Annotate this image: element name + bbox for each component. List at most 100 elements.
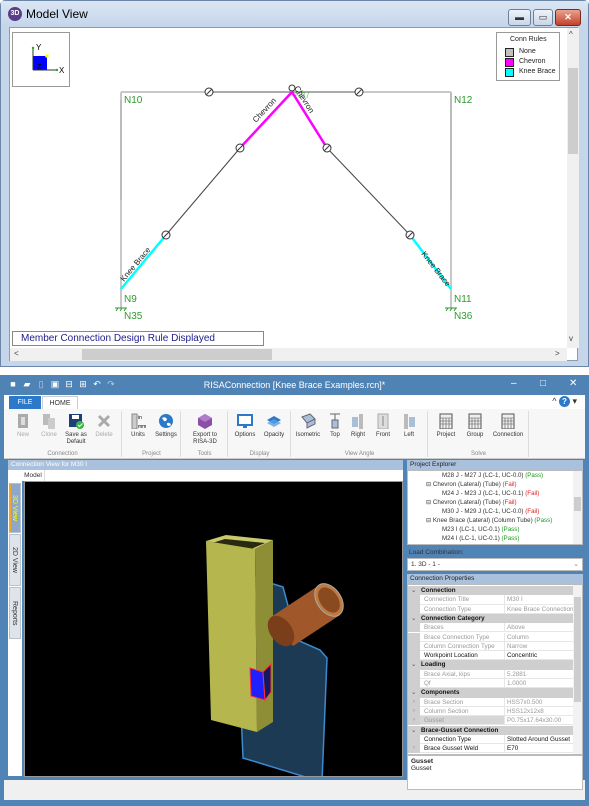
- expand-icon[interactable]: ›: [408, 706, 420, 717]
- property-value[interactable]: Concentric: [505, 651, 574, 661]
- tab-reports[interactable]: Reports: [9, 587, 21, 639]
- solve-project-button[interactable]: Project: [433, 411, 459, 439]
- save-as-default-button[interactable]: Save as Default: [62, 411, 90, 446]
- isometric-button[interactable]: Isometric: [294, 411, 322, 439]
- property-value[interactable]: HSS7x0.500: [505, 697, 574, 707]
- minimize-button[interactable]: ▬: [508, 9, 531, 26]
- expand-icon[interactable]: ›: [408, 716, 420, 726]
- front-view-button[interactable]: Front: [372, 411, 394, 439]
- property-value[interactable]: 5.2881: [505, 669, 574, 679]
- tree-item[interactable]: M24 J - M23 J (LC-1, UC-0.1) (Fail): [442, 490, 539, 497]
- top-view-button[interactable]: Top: [326, 411, 344, 439]
- 3d-viewport[interactable]: [24, 481, 403, 783]
- close-button[interactable]: ✕: [555, 9, 581, 26]
- property-row[interactable]: Qf 1.0000: [408, 679, 574, 689]
- property-value[interactable]: E70: [505, 744, 574, 754]
- tab-3d-view[interactable]: 3D View: [9, 483, 21, 533]
- left-view-button[interactable]: Left: [398, 411, 420, 439]
- property-row[interactable]: › Brace Section HSS7x0.500: [408, 697, 574, 707]
- front-view-icon: [377, 413, 389, 429]
- connection-3d-model[interactable]: [25, 482, 402, 783]
- property-value[interactable]: Above: [505, 623, 574, 633]
- model-drawing[interactable]: N10 N37 N12 N9 N35 N11 N36 Chevron Chevr…: [10, 28, 567, 348]
- property-category[interactable]: ⌄ Connection Category: [408, 613, 574, 624]
- help-icon[interactable]: ?: [558, 396, 570, 407]
- property-row[interactable]: › Gusset P0.75x17.64x30.00: [408, 716, 574, 726]
- scroll-right-icon[interactable]: >: [555, 349, 560, 358]
- tree-item[interactable]: ⊟ Knee Brace (Lateral) (Column Tube) (Pa…: [426, 517, 552, 524]
- vertical-scrollbar[interactable]: ^ v: [567, 28, 579, 348]
- tree-scroll-thumb[interactable]: [574, 497, 581, 511]
- property-row[interactable]: Brace Connection Type Column: [408, 632, 574, 642]
- property-category[interactable]: ⌄ Brace-Gusset Connection: [408, 725, 574, 735]
- minimize-button[interactable]: –: [511, 378, 517, 389]
- maximize-button[interactable]: ▭: [533, 9, 553, 26]
- horizontal-scroll-thumb[interactable]: [82, 349, 272, 360]
- opacity-button[interactable]: Opacity: [261, 411, 287, 439]
- settings-button[interactable]: Settings: [153, 411, 179, 439]
- property-category[interactable]: ⌄ Connection: [408, 586, 574, 596]
- property-row[interactable]: Workpoint Location Concentric: [408, 651, 574, 661]
- tree-scrollbar[interactable]: [573, 471, 582, 544]
- chevron-down-icon[interactable]: ⌄: [411, 586, 416, 595]
- property-value[interactable]: HSS12x12x8: [505, 706, 574, 717]
- help-area[interactable]: ^ ? ▾: [552, 396, 577, 407]
- property-row[interactable]: Brace Axial, kips 5.2881: [408, 669, 574, 679]
- property-value[interactable]: Knee Brace Connection: [505, 604, 574, 614]
- properties-scrollbar[interactable]: [573, 585, 582, 754]
- solve-connection-button[interactable]: Connection: [491, 411, 525, 439]
- property-value[interactable]: Narrow: [505, 641, 574, 652]
- close-button[interactable]: ✕: [569, 378, 577, 389]
- solve-group-button[interactable]: Group: [463, 411, 487, 439]
- chevron-down-icon[interactable]: ⌄: [411, 660, 416, 669]
- tree-item[interactable]: ⊟ Chevron (Lateral) (Tube) (Fail): [426, 481, 517, 488]
- properties-scroll-thumb[interactable]: [574, 597, 581, 702]
- property-row[interactable]: › Brace Gusset Weld E70: [408, 744, 574, 754]
- tab-home[interactable]: HOME: [42, 396, 78, 409]
- scroll-down-icon[interactable]: v: [569, 334, 573, 343]
- project-explorer-tree[interactable]: M28 J - M27 J (LC-1, UC-0.0) (Pass) ⊟ Ch…: [407, 470, 583, 545]
- expand-icon[interactable]: ›: [408, 697, 420, 707]
- property-row[interactable]: › Column Section HSS12x12x8: [408, 706, 574, 717]
- horizontal-scrollbar[interactable]: < >: [10, 348, 567, 361]
- clone-button[interactable]: Clone: [38, 411, 60, 439]
- tree-item[interactable]: M30 J - M29 J (LC-1, UC-0.0) (Fail): [442, 508, 539, 515]
- tab-file[interactable]: FILE: [9, 396, 41, 409]
- scroll-up-icon[interactable]: ^: [569, 30, 573, 39]
- property-value[interactable]: Slotted Around Gusset: [505, 734, 574, 745]
- maximize-button[interactable]: □: [540, 378, 546, 389]
- export-to-risa3d-button[interactable]: Export to RISA-3D: [186, 411, 224, 446]
- tree-item[interactable]: M24 I (LC-1, UC-0.1) (Pass): [442, 535, 519, 542]
- options-button[interactable]: Options: [233, 411, 257, 439]
- chevron-down-icon[interactable]: ⌄: [411, 614, 416, 623]
- property-value[interactable]: M30 I: [505, 595, 574, 605]
- model-canvas[interactable]: N10 N37 N12 N9 N35 N11 N36 Chevron Chevr…: [9, 27, 579, 361]
- tab-2d-view[interactable]: 2D View: [9, 534, 21, 586]
- vertical-scroll-thumb[interactable]: [568, 68, 578, 154]
- property-row[interactable]: Braces Above: [408, 623, 574, 633]
- tree-item[interactable]: M23 I (LC-1, UC-0.1) (Pass): [442, 526, 519, 533]
- load-combination-select[interactable]: 1. 3D - 1 - ⌄: [407, 558, 583, 571]
- property-row[interactable]: Connection Type Knee Brace Connection: [408, 604, 574, 614]
- expand-icon[interactable]: ›: [408, 744, 420, 754]
- delete-button[interactable]: Delete: [92, 411, 116, 439]
- property-row[interactable]: Column Connection Type Narrow: [408, 641, 574, 652]
- tree-item[interactable]: M28 J - M27 J (LC-1, UC-0.0) (Pass): [442, 472, 543, 479]
- right-view-button[interactable]: Right: [348, 411, 368, 439]
- property-value[interactable]: Column: [505, 632, 574, 642]
- property-category[interactable]: ⌄ Components: [408, 688, 574, 698]
- tree-item[interactable]: ⊟ Chevron (Lateral) (Tube) (Fail): [426, 499, 517, 506]
- tab-model[interactable]: Model: [22, 470, 45, 481]
- chevron-down-icon[interactable]: ⌄: [411, 688, 416, 697]
- property-category[interactable]: ⌄ Loading: [408, 660, 574, 670]
- scroll-left-icon[interactable]: <: [14, 349, 19, 358]
- property-value[interactable]: 1.0000: [505, 679, 574, 689]
- collapse-ribbon-icon[interactable]: ^: [552, 396, 559, 406]
- property-value[interactable]: P0.75x17.64x30.00: [505, 716, 574, 726]
- property-row[interactable]: Connection Title M30 I: [408, 595, 574, 605]
- connection-properties-grid[interactable]: › Brace Gusset Weld E70 Connection Type Slot…: [407, 584, 583, 755]
- units-button[interactable]: in mm Units: [127, 411, 149, 439]
- new-button[interactable]: New: [12, 411, 34, 439]
- chevron-down-icon[interactable]: ⌄: [411, 726, 416, 735]
- property-row[interactable]: Connection Type Slotted Around Gusset: [408, 734, 574, 745]
